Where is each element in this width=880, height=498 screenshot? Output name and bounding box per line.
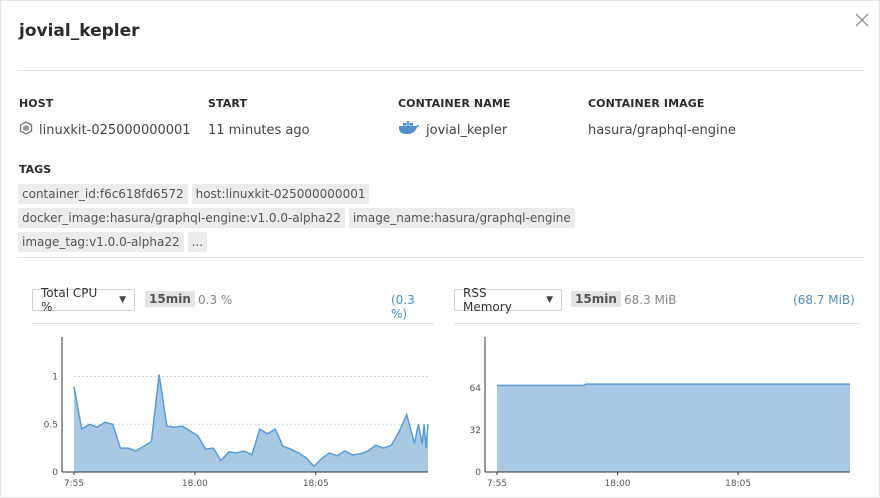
container-image-value: hasura/graphql-engine <box>588 122 736 138</box>
cpu-chart: 0 0.5 1 7:55 18:00 18:05 <box>44 337 429 489</box>
memory-chart: 0 32 64 7:55 18:00 18:05 <box>470 337 850 489</box>
header-divider <box>18 70 864 71</box>
tag-more-button[interactable]: ... <box>187 232 208 252</box>
cpu-x-tick-label: 18:05 <box>303 479 329 489</box>
memory-y-tick-label: 32 <box>470 426 481 436</box>
host-icon <box>19 121 33 139</box>
host-section: HOST linuxkit-025000000001 <box>19 97 191 138</box>
cpu-y-tick-label: 0.5 <box>44 420 58 430</box>
cpu-metric-label: Total CPU % <box>41 286 98 314</box>
container-detail-panel: jovial_kepler HOST linuxkit-025000000001… <box>0 0 880 498</box>
container-name-label: CONTAINER NAME <box>398 97 511 110</box>
section-divider <box>18 257 864 258</box>
memory-chart-divider <box>454 323 859 324</box>
memory-area-fill <box>497 384 850 472</box>
page-title: jovial_kepler <box>19 21 140 41</box>
memory-range-badge: 15min <box>571 291 621 307</box>
container-image-label: CONTAINER IMAGE <box>588 97 705 110</box>
memory-x-tick-label: 18:05 <box>725 479 751 489</box>
memory-y-tick-label: 0 <box>475 468 481 478</box>
memory-chart-panel: RSS Memory ▼ 15min 68.3 MiB (68.7 MiB) 0… <box>454 286 859 489</box>
memory-x-tick-label: 7:55 <box>487 479 507 489</box>
host-value[interactable]: linuxkit-025000000001 <box>39 123 191 138</box>
memory-y-tick-label: 64 <box>470 384 482 394</box>
memory-metric-select[interactable]: RSS Memory ▼ <box>454 286 562 314</box>
tag-container-id[interactable]: container_id:f6c618fd6572 <box>18 184 188 204</box>
tag-host[interactable]: host:linuxkit-025000000001 <box>191 184 370 204</box>
start-section: START 11 minutes ago <box>208 97 310 138</box>
cpu-range-badge: 15min <box>145 291 195 307</box>
chevron-down-icon: ▼ <box>546 295 553 305</box>
cpu-y-tick-label: 1 <box>52 373 58 383</box>
tags-list: container_id:f6c618fd6572 host:linuxkit-… <box>18 184 658 252</box>
docker-whale-icon <box>398 121 420 139</box>
cpu-y-tick-label: 0 <box>52 468 58 478</box>
tags-label: TAGS <box>19 163 52 176</box>
memory-x-tick-label: 18:00 <box>605 479 631 489</box>
close-icon[interactable] <box>853 11 871 29</box>
memory-average-value[interactable]: (68.7 MiB) <box>793 293 855 307</box>
cpu-metric-select[interactable]: Total CPU % ▼ <box>32 286 135 314</box>
tag-image-name[interactable]: image_name:hasura/graphql-engine <box>348 208 575 228</box>
cpu-area-fill <box>74 374 428 472</box>
cpu-current-value: 0.3 % <box>198 293 233 307</box>
memory-current-value: 68.3 MiB <box>624 293 677 307</box>
container-name-section: CONTAINER NAME jovial_kepler <box>398 97 511 138</box>
cpu-x-tick-label: 18:00 <box>182 479 208 489</box>
tag-image-tag[interactable]: image_tag:v1.0.0-alpha22 <box>18 232 184 252</box>
cpu-x-tick-label: 7:55 <box>64 479 84 489</box>
start-label: START <box>208 97 248 110</box>
memory-metric-label: RSS Memory <box>463 286 512 314</box>
host-label: HOST <box>19 97 54 110</box>
start-value: 11 minutes ago <box>208 122 310 138</box>
container-name-value: jovial_kepler <box>426 122 508 138</box>
chevron-down-icon: ▼ <box>119 295 126 305</box>
cpu-chart-divider <box>32 323 434 324</box>
cpu-average-value[interactable]: (0.3 %) <box>391 293 434 321</box>
tag-docker-image[interactable]: docker_image:hasura/graphql-engine:v1.0.… <box>18 208 345 228</box>
container-image-section: CONTAINER IMAGE hasura/graphql-engine <box>588 97 736 138</box>
cpu-chart-panel: Total CPU % ▼ 15min 0.3 % (0.3 %) 0 0.5 1 7… <box>32 286 434 489</box>
